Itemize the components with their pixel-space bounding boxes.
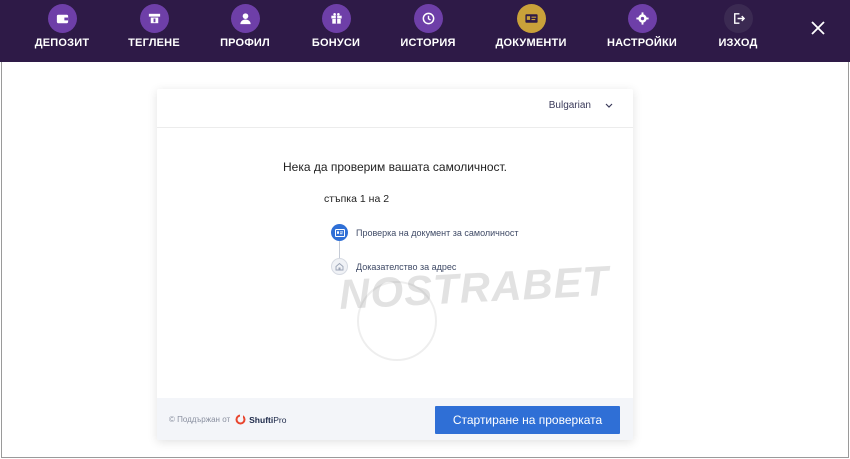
chevron-down-icon xyxy=(605,103,613,108)
shuftipro-mark-icon xyxy=(235,414,246,425)
clock-icon xyxy=(413,4,443,33)
language-label: Bulgarian xyxy=(548,100,591,111)
gear-icon xyxy=(627,4,657,33)
nav-label: ИЗХОД xyxy=(718,37,758,49)
user-icon xyxy=(230,4,260,33)
nav-label: ДЕПОЗИТ xyxy=(34,37,90,49)
powered-by: © Поддържан от Shufti Pro xyxy=(169,414,286,425)
card-header: Bulgarian xyxy=(157,89,633,128)
gift-icon xyxy=(321,4,351,33)
nav-label: ИСТОРИЯ xyxy=(400,37,456,49)
withdraw-icon xyxy=(139,4,169,33)
nav-item-history[interactable]: ИСТОРИЯ xyxy=(383,0,473,62)
shuftipro-brand-light: Pro xyxy=(273,414,287,425)
verification-card: Bulgarian NOSTRABET Нека да проверим ваш… xyxy=(157,89,633,440)
nav-item-documents[interactable]: ДОКУМЕНТИ xyxy=(486,0,576,62)
home-icon xyxy=(331,258,348,275)
top-navigation: ДЕПОЗИТ ТЕГЛЕНЕ ПРОФИЛ БОНУСИ ИСТОРИЯ ДО… xyxy=(0,0,850,62)
step-label: Проверка на документ за самоличност xyxy=(356,227,519,238)
nav-item-profile[interactable]: ПРОФИЛ xyxy=(200,0,290,62)
card-footer: © Поддържан от Shufti Pro Стартиране на п… xyxy=(157,398,633,440)
step-item-document: Проверка на документ за самоличност xyxy=(331,224,518,241)
nav-label: ТЕГЛЕНЕ xyxy=(128,37,180,49)
nav-item-logout[interactable]: ИЗХОД xyxy=(693,0,783,62)
nav-item-withdraw[interactable]: ТЕГЛЕНЕ xyxy=(109,0,199,62)
step-label: Доказателство за адрес xyxy=(356,261,457,272)
powered-by-text: © Поддържан от xyxy=(169,415,231,424)
page-title: Нека да проверим вашата самоличност. xyxy=(282,160,507,174)
shuftipro-brand-bold: Shufti xyxy=(249,414,274,425)
step-counter: стъпка 1 на 2 xyxy=(324,193,390,205)
nav-label: БОНУСИ xyxy=(311,37,361,49)
language-select[interactable]: Bulgarian xyxy=(549,100,613,111)
shuftipro-logo[interactable]: Shufti Pro xyxy=(235,414,286,425)
step-connector xyxy=(339,241,340,258)
logout-icon xyxy=(723,4,753,33)
nav-label: ПРОФИЛ xyxy=(220,37,270,49)
nav-item-bonuses[interactable]: БОНУСИ xyxy=(291,0,381,62)
nav-label: НАСТРОЙКИ xyxy=(606,37,678,49)
nav-item-deposit[interactable]: ДЕПОЗИТ xyxy=(17,0,107,62)
close-icon[interactable] xyxy=(806,16,830,40)
nav-item-settings[interactable]: НАСТРОЙКИ xyxy=(597,0,687,62)
id-card-icon xyxy=(331,224,348,241)
step-item-address: Доказателство за адрес xyxy=(331,258,456,275)
nav-label: ДОКУМЕНТИ xyxy=(495,37,567,49)
start-verification-button[interactable]: Стартиране на проверката xyxy=(435,406,620,434)
id-card-icon xyxy=(516,4,546,33)
wallet-icon xyxy=(47,4,77,33)
